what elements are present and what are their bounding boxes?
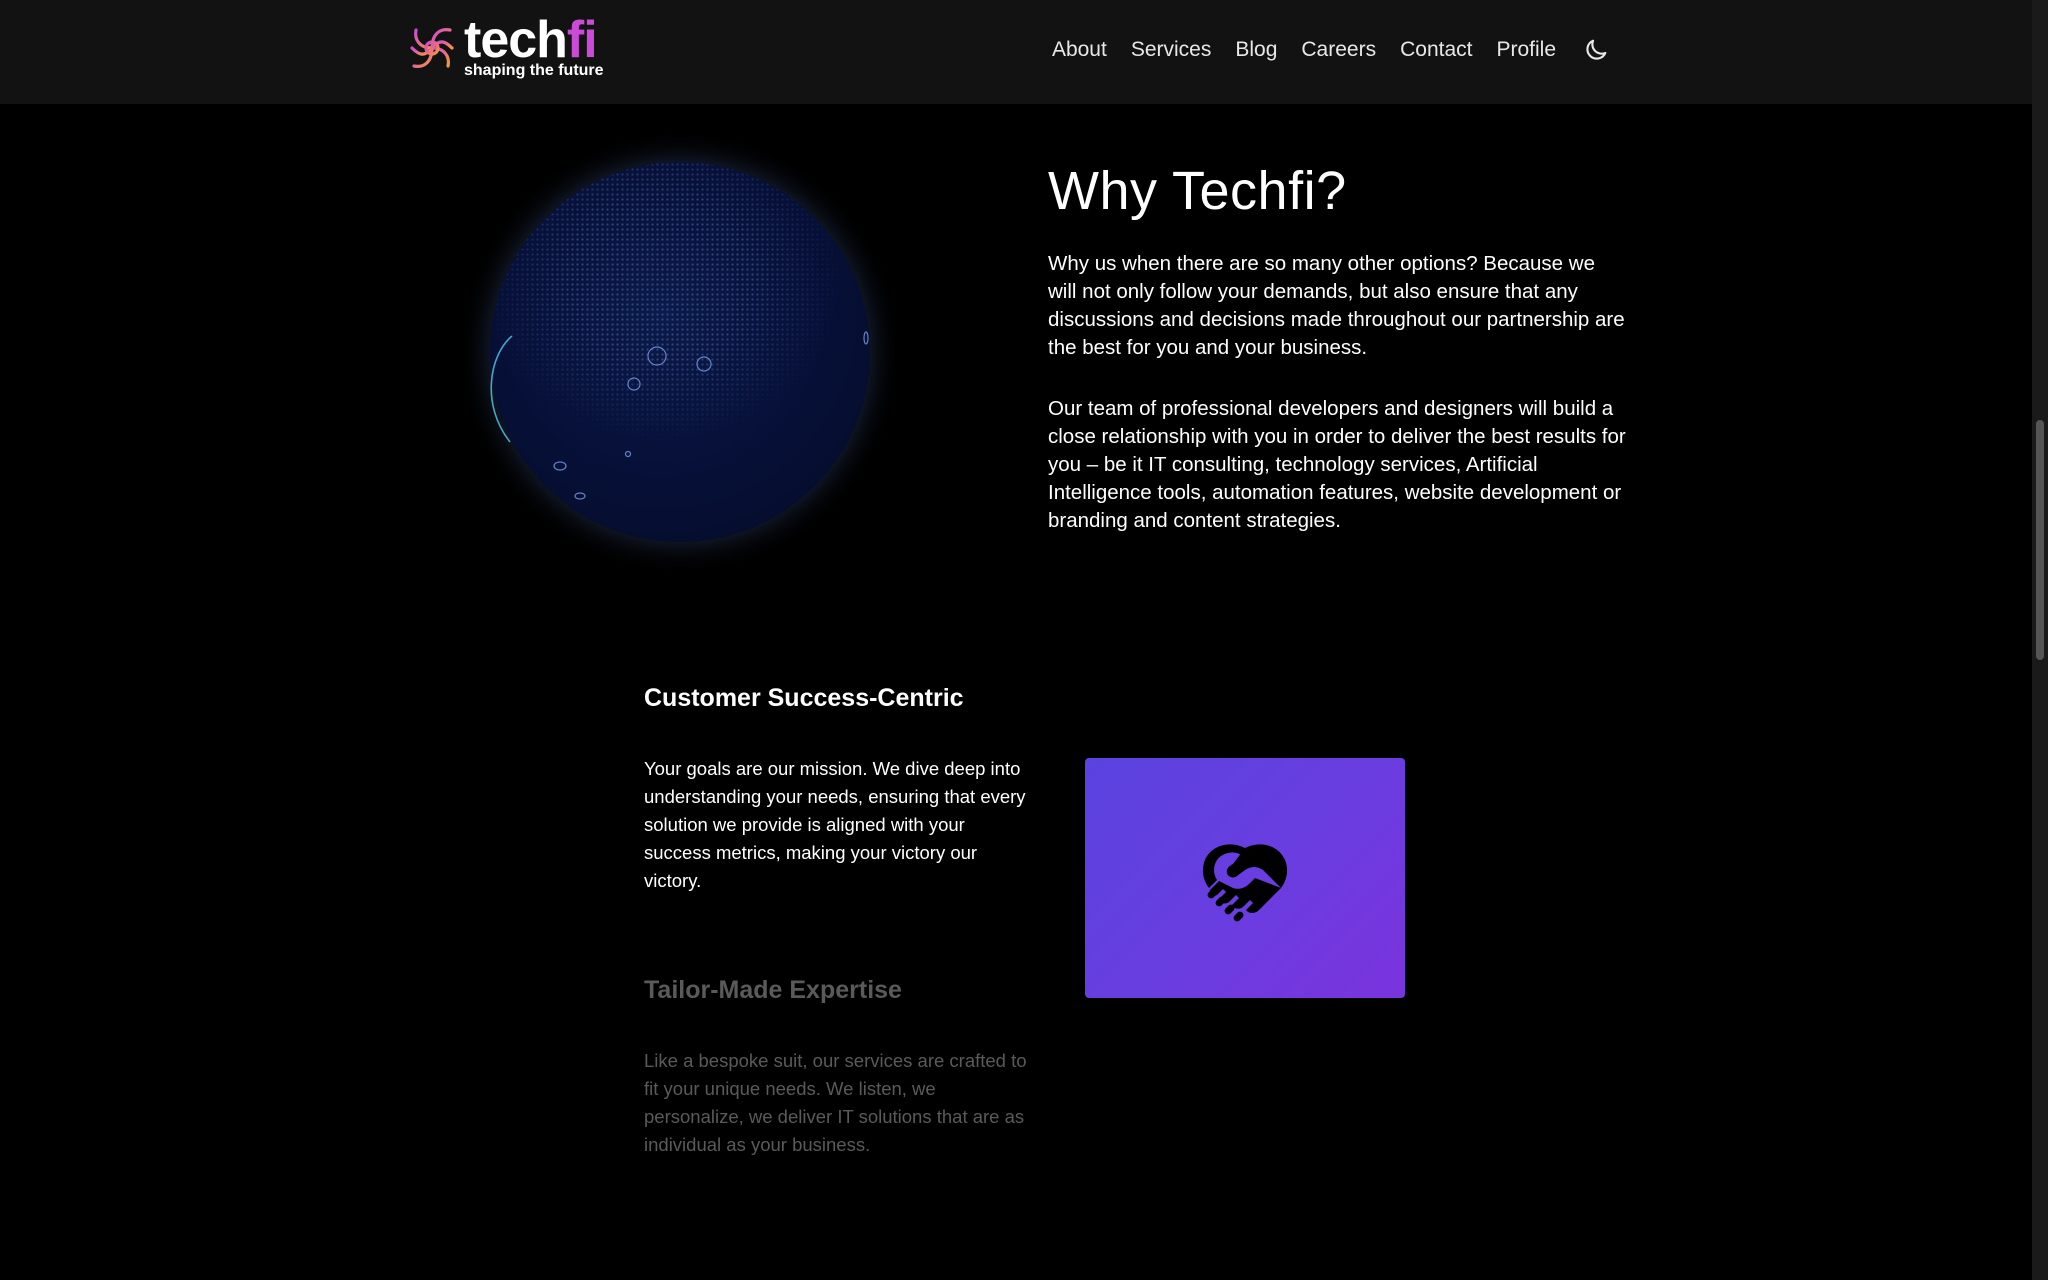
why-paragraph-2: Our team of professional developers and … xyxy=(1048,397,1626,532)
why-title: Why Techfi? xyxy=(1048,161,1347,221)
page-scrollbar[interactable] xyxy=(2032,0,2048,1280)
feature-text: Like a bespoke suit, our services are cr… xyxy=(644,1050,1027,1155)
logo-wordmark: techfi xyxy=(464,14,598,66)
techfi-logo[interactable]: techfi shaping the future xyxy=(406,14,606,84)
moon-icon[interactable] xyxy=(1582,36,1610,64)
nav-link-profile[interactable]: Profile xyxy=(1496,38,1556,62)
nav-link-services[interactable]: Services xyxy=(1131,38,1212,62)
top-nav: techfi shaping the future About Services… xyxy=(0,0,2032,104)
why-paragraph-1: Why us when there are so many other opti… xyxy=(1048,252,1625,359)
nav-link-contact[interactable]: Contact xyxy=(1400,38,1472,62)
nav-links: About Services Blog Careers Contact Prof… xyxy=(1052,36,1610,64)
feature-image-card xyxy=(1085,758,1405,998)
feature-title: Tailor-Made Expertise xyxy=(644,976,902,1004)
nav-link-about[interactable]: About xyxy=(1052,38,1107,62)
nav-link-blog[interactable]: Blog xyxy=(1235,38,1277,62)
scrollbar-thumb[interactable] xyxy=(2036,420,2044,660)
globe-illustration xyxy=(470,154,890,574)
feature-title: Customer Success-Centric xyxy=(644,684,964,712)
globe-arcs xyxy=(490,331,869,500)
logo-swirl-icon xyxy=(410,28,454,68)
feature-text: Your goals are our mission. We dive deep… xyxy=(644,758,1026,891)
handshake-icon xyxy=(1202,844,1288,922)
nav-link-careers[interactable]: Careers xyxy=(1301,38,1376,62)
logo-tagline: shaping the future xyxy=(464,62,604,79)
